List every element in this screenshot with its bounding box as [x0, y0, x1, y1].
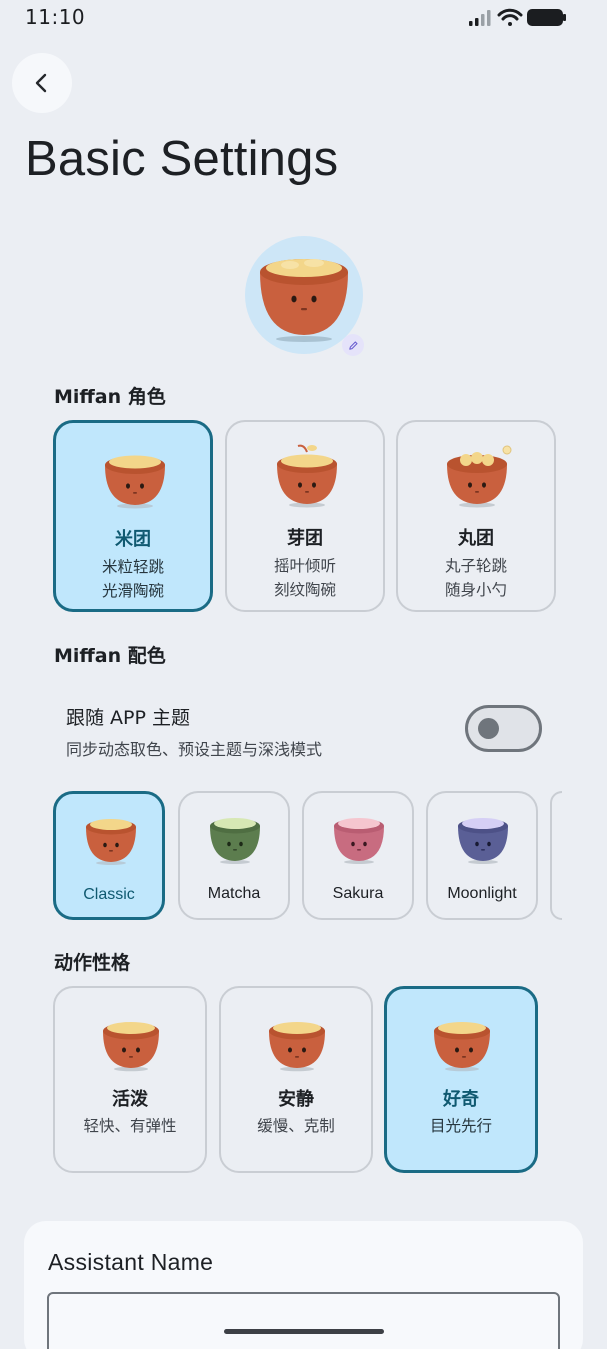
- character-card-wantuan[interactable]: 丸团 丸子轮跳 随身小勺: [396, 420, 556, 612]
- theme-card-classic[interactable]: Classic: [53, 791, 165, 920]
- theme-name: Matcha: [207, 885, 261, 902]
- motion-card-quiet[interactable]: 安静 缓慢、克制: [219, 986, 373, 1173]
- theme-card-more[interactable]: [550, 791, 562, 920]
- status-icons: [469, 8, 566, 26]
- character-name: 芽团: [287, 528, 323, 549]
- motion-card-lively[interactable]: 活泼 轻快、有弹性: [53, 986, 207, 1173]
- bowl-wantuan-icon: [447, 445, 512, 508]
- color-section-label: Miffan 配色: [54, 645, 166, 667]
- character-name: 丸团: [458, 528, 494, 549]
- avatar[interactable]: [245, 236, 364, 356]
- character-desc-line2: 光滑陶碗: [101, 582, 164, 600]
- back-arrow-icon: [35, 73, 47, 93]
- theme-name: Classic: [83, 886, 135, 903]
- character-desc-line1: 丸子轮跳: [444, 557, 507, 575]
- back-button[interactable]: [12, 53, 72, 113]
- character-card-yatuan[interactable]: 芽团 摇叶倾听 刻纹陶碗: [225, 420, 385, 612]
- bowl-moonlight-icon: [458, 818, 508, 864]
- character-desc-line2: 随身小勺: [444, 581, 507, 599]
- theme-name: Moonlight: [447, 885, 517, 902]
- bowl-yatuan-icon: [277, 444, 337, 508]
- theme-card-moonlight[interactable]: Moonlight: [426, 791, 538, 920]
- motion-section-label: 动作性格: [54, 952, 131, 974]
- bowl-classic-icon: [86, 819, 136, 865]
- motion-card-curious[interactable]: 好奇 目光先行: [384, 986, 538, 1173]
- motion-name: 活泼: [112, 1089, 148, 1110]
- follow-theme-subtitle: 同步动态取色、预设主题与深浅模式: [66, 740, 323, 759]
- edit-avatar-button[interactable]: [342, 334, 364, 356]
- signal-icon: [469, 10, 491, 26]
- character-section-label: Miffan 角色: [54, 386, 166, 408]
- battery-icon: [527, 9, 566, 26]
- bowl-matcha-icon: [210, 818, 260, 864]
- assistant-name-label: Assistant Name: [48, 1249, 214, 1275]
- toggle-knob: [478, 718, 499, 739]
- character-desc-line1: 摇叶倾听: [273, 557, 336, 575]
- assistant-name-input[interactable]: [47, 1292, 560, 1349]
- follow-theme-toggle[interactable]: [465, 705, 542, 752]
- character-desc-line2: 刻纹陶碗: [273, 581, 336, 599]
- motion-name: 好奇: [443, 1089, 479, 1110]
- home-indicator[interactable]: [224, 1329, 384, 1334]
- bowl-mituan-icon: [105, 455, 165, 509]
- miffan-bowl-icon: [260, 259, 348, 342]
- character-name: 米团: [115, 529, 151, 550]
- status-bar: 11:10: [0, 0, 607, 34]
- status-time: 11:10: [25, 5, 86, 29]
- bowl-quiet-icon: [269, 1022, 325, 1072]
- edit-pencil-icon: [348, 340, 358, 350]
- character-desc-line1: 米粒轻跳: [101, 558, 164, 576]
- theme-card-matcha[interactable]: Matcha: [178, 791, 290, 920]
- bowl-sakura-icon: [334, 818, 384, 864]
- character-card-mituan[interactable]: 米团 米粒轻跳 光滑陶碗: [53, 420, 213, 612]
- bowl-curious-icon: [434, 1022, 490, 1072]
- page-title: Basic Settings: [25, 132, 339, 186]
- follow-theme-title: 跟随 APP 主题: [66, 707, 190, 729]
- motion-name: 安静: [278, 1089, 314, 1110]
- theme-name: Sakura: [332, 885, 384, 902]
- bowl-lively-icon: [103, 1022, 159, 1072]
- motion-desc: 目光先行: [429, 1117, 492, 1135]
- theme-card-sakura[interactable]: Sakura: [302, 791, 414, 920]
- motion-desc: 缓慢、克制: [257, 1117, 335, 1135]
- wifi-icon: [497, 8, 523, 26]
- motion-desc: 轻快、有弹性: [83, 1117, 177, 1135]
